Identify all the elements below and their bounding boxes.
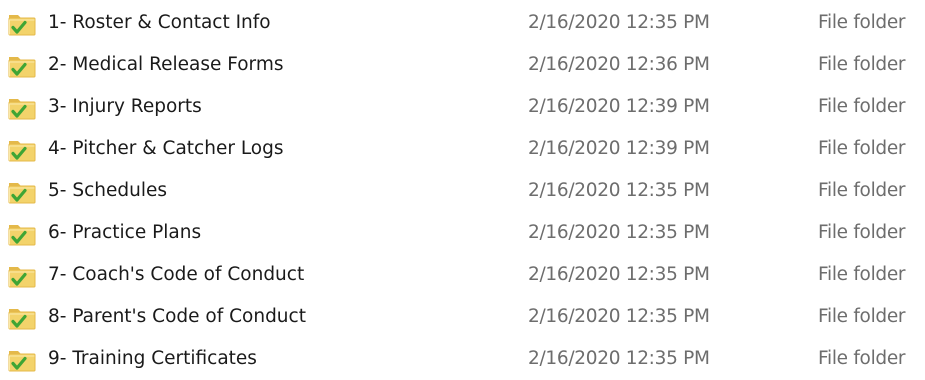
- folder-with-green-check-icon: [8, 137, 38, 163]
- file-name: 7- Coach's Code of Conduct: [48, 264, 305, 285]
- folder-with-green-check-icon: [8, 11, 38, 37]
- file-row[interactable]: 5- Schedules 2/16/2020 12:35 PM File fol…: [0, 170, 925, 212]
- file-row[interactable]: 6- Practice Plans 2/16/2020 12:35 PM Fil…: [0, 212, 925, 254]
- file-row[interactable]: 8- Parent's Code of Conduct 2/16/2020 12…: [0, 296, 925, 338]
- file-date-modified: 2/16/2020 12:35 PM: [528, 306, 710, 327]
- file-type: File folder: [818, 306, 906, 327]
- file-date-modified: 2/16/2020 12:35 PM: [528, 264, 710, 285]
- folder-with-green-check-icon: [8, 221, 38, 247]
- file-name: 6- Practice Plans: [48, 222, 202, 243]
- file-type: File folder: [818, 348, 906, 369]
- file-date-modified: 2/16/2020 12:35 PM: [528, 180, 710, 201]
- file-type: File folder: [818, 12, 906, 33]
- folder-with-green-check-icon: [8, 53, 38, 79]
- folder-with-green-check-icon: [8, 263, 38, 289]
- folder-with-green-check-icon: [8, 347, 38, 373]
- file-date-modified: 2/16/2020 12:35 PM: [528, 222, 710, 243]
- file-name: 8- Parent's Code of Conduct: [48, 306, 306, 327]
- file-name: 9- Training Certificates: [48, 348, 257, 369]
- file-type: File folder: [818, 222, 906, 243]
- file-type: File folder: [818, 96, 906, 117]
- file-row[interactable]: 7- Coach's Code of Conduct 2/16/2020 12:…: [0, 254, 925, 296]
- file-date-modified: 2/16/2020 12:35 PM: [528, 12, 710, 33]
- file-date-modified: 2/16/2020 12:36 PM: [528, 54, 710, 75]
- file-type: File folder: [818, 54, 906, 75]
- file-date-modified: 2/16/2020 12:35 PM: [528, 348, 710, 369]
- folder-with-green-check-icon: [8, 95, 38, 121]
- file-date-modified: 2/16/2020 12:39 PM: [528, 96, 710, 117]
- file-row[interactable]: 3- Injury Reports 2/16/2020 12:39 PM Fil…: [0, 86, 925, 128]
- folder-with-green-check-icon: [8, 305, 38, 331]
- file-name: 5- Schedules: [48, 180, 167, 201]
- file-list: 1- Roster & Contact Info 2/16/2020 12:35…: [0, 0, 925, 374]
- file-type: File folder: [818, 264, 906, 285]
- file-name: 3- Injury Reports: [48, 96, 202, 117]
- file-name: 2- Medical Release Forms: [48, 54, 284, 75]
- file-type: File folder: [818, 180, 906, 201]
- file-type: File folder: [818, 138, 906, 159]
- file-name: 4- Pitcher & Catcher Logs: [48, 138, 284, 159]
- file-row[interactable]: 1- Roster & Contact Info 2/16/2020 12:35…: [0, 2, 925, 44]
- file-date-modified: 2/16/2020 12:39 PM: [528, 138, 710, 159]
- folder-with-green-check-icon: [8, 179, 38, 205]
- file-row[interactable]: 4- Pitcher & Catcher Logs 2/16/2020 12:3…: [0, 128, 925, 170]
- file-row[interactable]: 2- Medical Release Forms 2/16/2020 12:36…: [0, 44, 925, 86]
- file-name: 1- Roster & Contact Info: [48, 12, 271, 33]
